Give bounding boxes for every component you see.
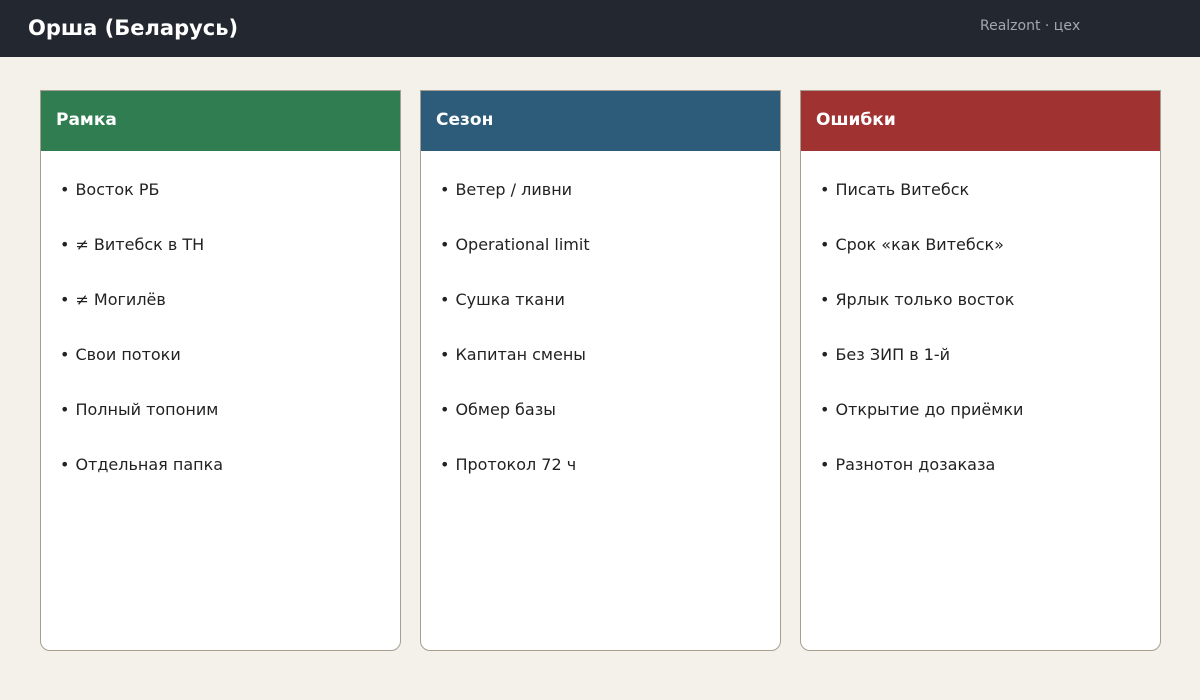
bullet-icon: • <box>440 455 450 474</box>
card-list: • Восток РБ • ≠ Витебск в ТН • ≠ Могилёв • С… <box>60 179 223 509</box>
list-item: • Ярлык только восток <box>820 289 1023 344</box>
card-oshibki: Ошибки • Писать Витебск • Срок «как Витебс… <box>800 90 1161 651</box>
list-item-label: Протокол 72 ч <box>455 455 577 474</box>
bullet-icon: • <box>60 455 70 474</box>
card-sezon: Сезон • Ветер / ливни • Operational limit … <box>420 90 781 651</box>
bullet-icon: • <box>440 345 450 364</box>
brand-label: Realzont · цех <box>980 18 1081 34</box>
bullet-icon: • <box>440 290 450 309</box>
card-header: Рамка <box>41 91 400 151</box>
bullet-icon: • <box>440 400 450 419</box>
card-ramka: Рамка • Восток РБ • ≠ Витебск в ТН • ≠ Моги… <box>40 90 401 651</box>
list-item: • Без ЗИП в 1-й <box>820 344 1023 399</box>
bullet-icon: • <box>60 290 70 309</box>
list-item-label: Писать Витебск <box>835 180 970 199</box>
bullet-icon: • <box>440 235 450 254</box>
list-item-label: Свои потоки <box>75 345 181 364</box>
list-item: • Открытие до приёмки <box>820 399 1023 454</box>
list-item-label: Полный топоним <box>75 400 219 419</box>
card-title: Ошибки <box>816 110 896 130</box>
list-item-label: Разнотон дозаказа <box>835 455 996 474</box>
list-item-label: Без ЗИП в 1-й <box>835 345 951 364</box>
list-item: • Сушка ткани <box>440 289 590 344</box>
bullet-icon: • <box>820 235 830 254</box>
list-item: • Разнотон дозаказа <box>820 454 1023 509</box>
list-item: • Ветер / ливни <box>440 179 590 234</box>
card-list: • Ветер / ливни • Operational limit • Сушка… <box>440 179 590 509</box>
card-header: Ошибки <box>801 91 1160 151</box>
card-list: • Писать Витебск • Срок «как Витебск» • Ярл… <box>820 179 1023 509</box>
list-item-label: Operational limit <box>455 235 590 254</box>
list-item: • Отдельная папка <box>60 454 223 509</box>
bullet-icon: • <box>820 345 830 364</box>
bullet-icon: • <box>820 455 830 474</box>
list-item-label: Ярлык только восток <box>835 290 1015 309</box>
list-item: • ≠ Могилёв <box>60 289 223 344</box>
card-header: Сезон <box>421 91 780 151</box>
card-title: Сезон <box>436 110 494 130</box>
list-item: • Полный топоним <box>60 399 223 454</box>
bullet-icon: • <box>820 180 830 199</box>
bullet-icon: • <box>820 290 830 309</box>
list-item-label: Капитан смены <box>455 345 586 364</box>
list-item: • Протокол 72 ч <box>440 454 590 509</box>
list-item: • Operational limit <box>440 234 590 289</box>
bullet-icon: • <box>60 180 70 199</box>
list-item: • Восток РБ <box>60 179 223 234</box>
list-item: • Писать Витебск <box>820 179 1023 234</box>
bullet-icon: • <box>820 400 830 419</box>
list-item-label: ≠ Могилёв <box>75 290 166 309</box>
list-item: • ≠ Витебск в ТН <box>60 234 223 289</box>
list-item: • Свои потоки <box>60 344 223 399</box>
top-bar: Орша (Беларусь) Realzont · цех <box>0 0 1200 57</box>
list-item-label: Восток РБ <box>75 180 160 199</box>
bullet-icon: • <box>60 235 70 254</box>
list-item-label: Ветер / ливни <box>455 180 573 199</box>
list-item-label: Обмер базы <box>455 400 556 419</box>
list-item-label: Отдельная папка <box>75 455 224 474</box>
card-title: Рамка <box>56 110 117 130</box>
list-item: • Срок «как Витебск» <box>820 234 1023 289</box>
list-item: • Капитан смены <box>440 344 590 399</box>
list-item: • Обмер базы <box>440 399 590 454</box>
list-item-label: Открытие до приёмки <box>835 400 1024 419</box>
list-item-label: ≠ Витебск в ТН <box>75 235 205 254</box>
bullet-icon: • <box>440 180 450 199</box>
page-title: Орша (Беларусь) <box>28 16 239 40</box>
bullet-icon: • <box>60 345 70 364</box>
list-item-label: Сушка ткани <box>455 290 565 309</box>
bullet-icon: • <box>60 400 70 419</box>
list-item-label: Срок «как Витебск» <box>835 235 1004 254</box>
